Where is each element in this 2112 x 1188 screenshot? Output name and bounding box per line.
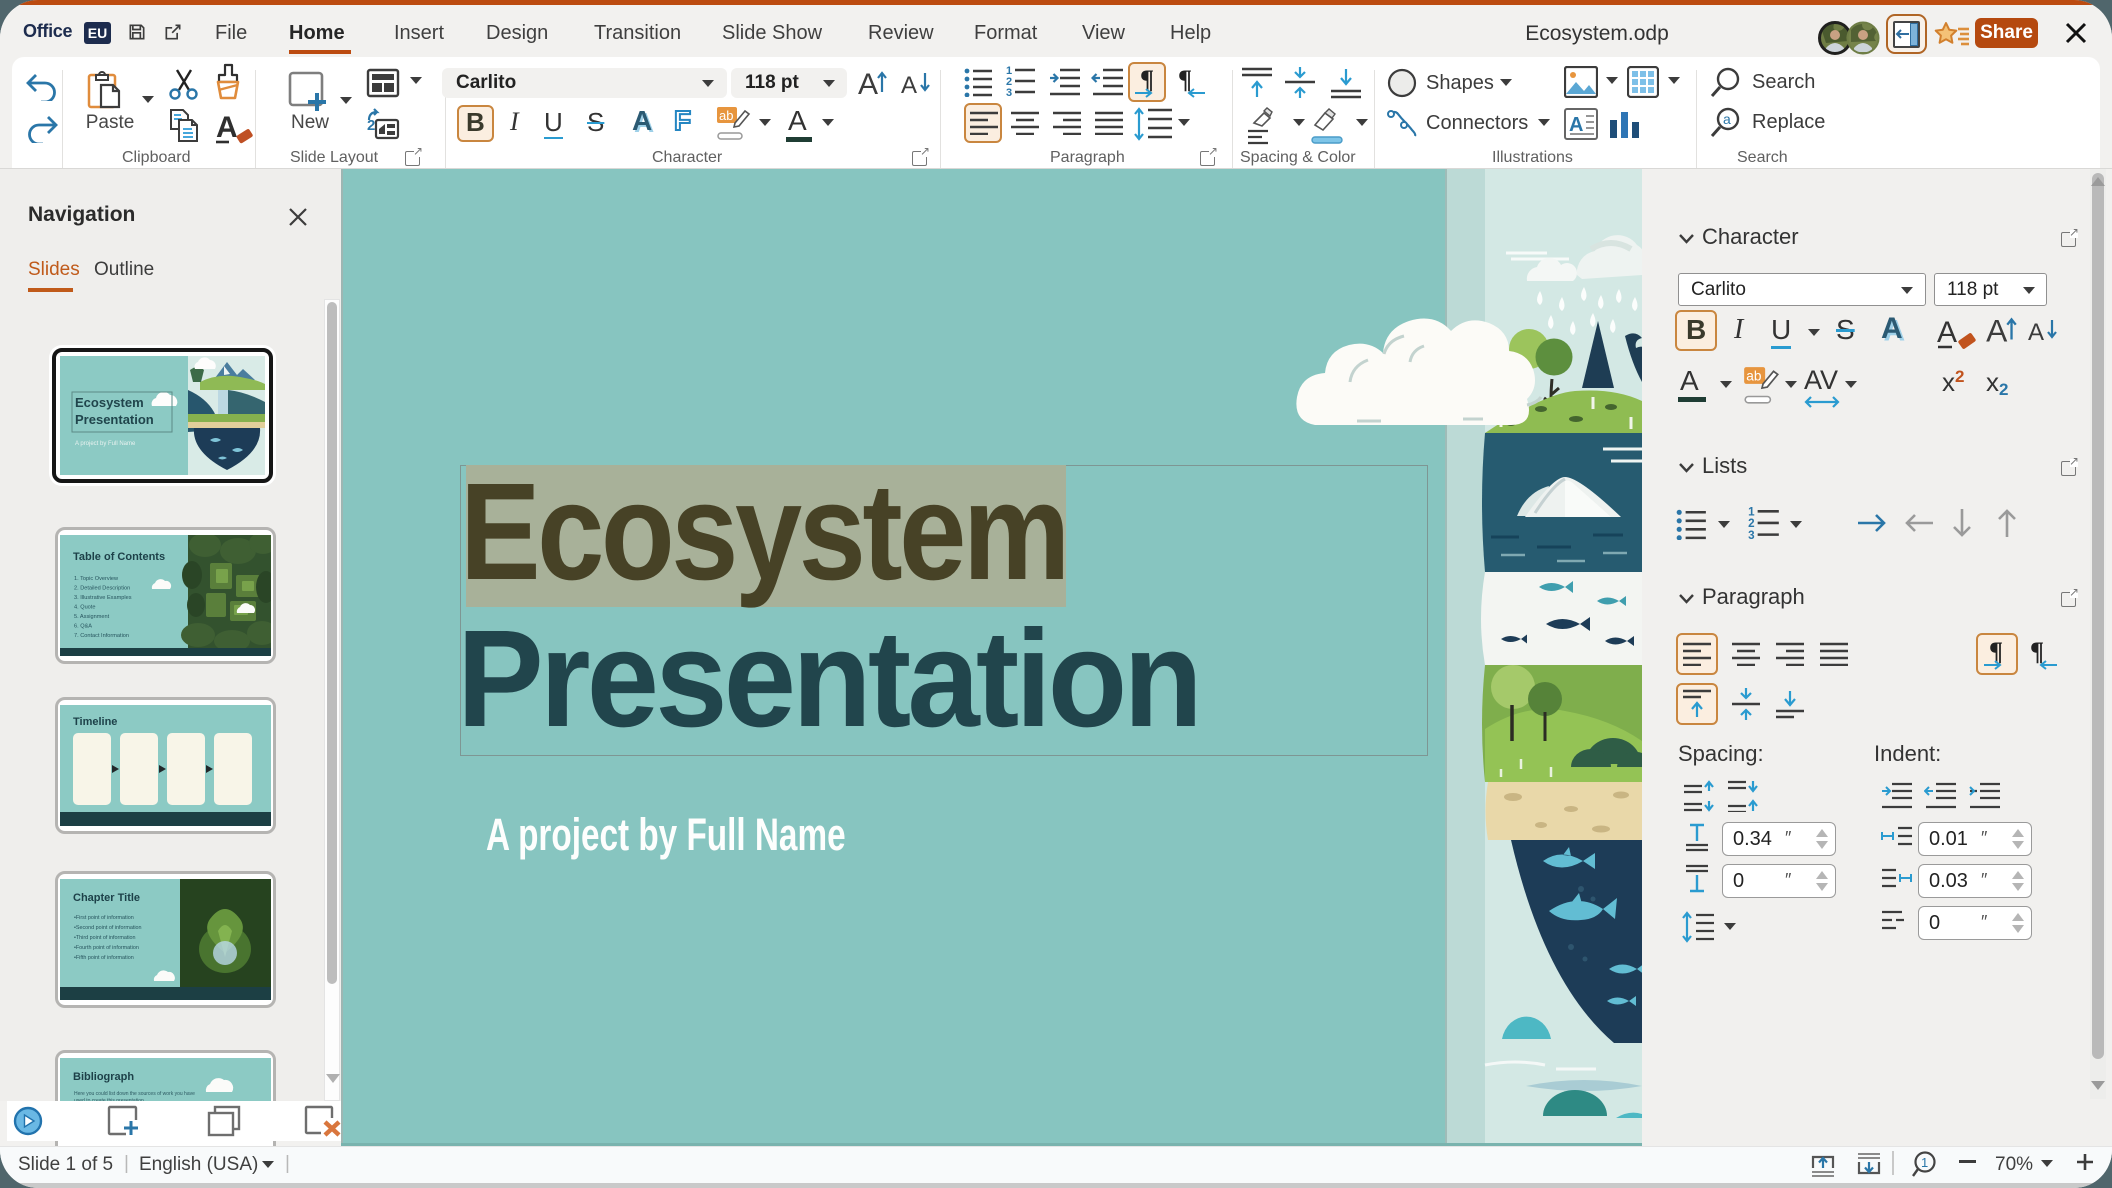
svg-text:5. Assignment: 5. Assignment [74, 614, 110, 620]
svg-text:3: 3 [1748, 529, 1755, 542]
svg-text:Here you could list down the s: Here you could list down the sources of … [74, 1091, 195, 1097]
svg-text:A: A [1937, 316, 1957, 349]
svg-text:Table of Contents: Table of Contents [73, 551, 165, 563]
svg-text:1: 1 [1921, 1155, 1928, 1170]
svg-text:¶: ¶ [2030, 637, 2044, 666]
svg-text:A: A [858, 68, 878, 100]
svg-text:A: A [1986, 313, 2008, 348]
svg-text:3: 3 [1006, 87, 1012, 99]
svg-text:Ecosystem: Ecosystem [75, 395, 144, 410]
svg-text:•Second point of information: •Second point of information [74, 925, 142, 931]
svg-text:2: 2 [367, 117, 375, 134]
svg-text:Timeline: Timeline [73, 716, 117, 728]
svg-text:ab: ab [719, 108, 733, 123]
svg-text:Presentation: Presentation [75, 412, 154, 427]
svg-text:•Fourth point of information: •Fourth point of information [74, 945, 139, 951]
svg-text:ab: ab [1746, 369, 1762, 384]
svg-text:A: A [1569, 114, 1583, 136]
svg-text:•First point of information: •First point of information [74, 915, 134, 921]
svg-text:2. Detailed Description: 2. Detailed Description [74, 586, 130, 592]
svg-text:7. Contact Information: 7. Contact Information [74, 633, 129, 639]
svg-text:A: A [901, 72, 917, 99]
svg-text:4. Quote: 4. Quote [74, 605, 95, 611]
svg-text:1. Topic Overview: 1. Topic Overview [74, 576, 119, 582]
svg-text:A: A [216, 111, 238, 144]
svg-text:3. Illustrative Examples: 3. Illustrative Examples [74, 595, 132, 601]
svg-text:Bibliograph: Bibliograph [73, 1071, 134, 1083]
svg-text:A: A [2028, 319, 2044, 346]
svg-text:A project by Full Name: A project by Full Name [75, 441, 136, 447]
svg-text:•Fifth point of information: •Fifth point of information [74, 955, 134, 961]
svg-text:¶: ¶ [1178, 66, 1192, 94]
svg-text:•Third point of information: •Third point of information [74, 935, 136, 941]
svg-text:6. Q&A: 6. Q&A [74, 624, 92, 630]
svg-text:a: a [1723, 111, 1731, 127]
svg-text:Chapter Title: Chapter Title [73, 892, 140, 904]
